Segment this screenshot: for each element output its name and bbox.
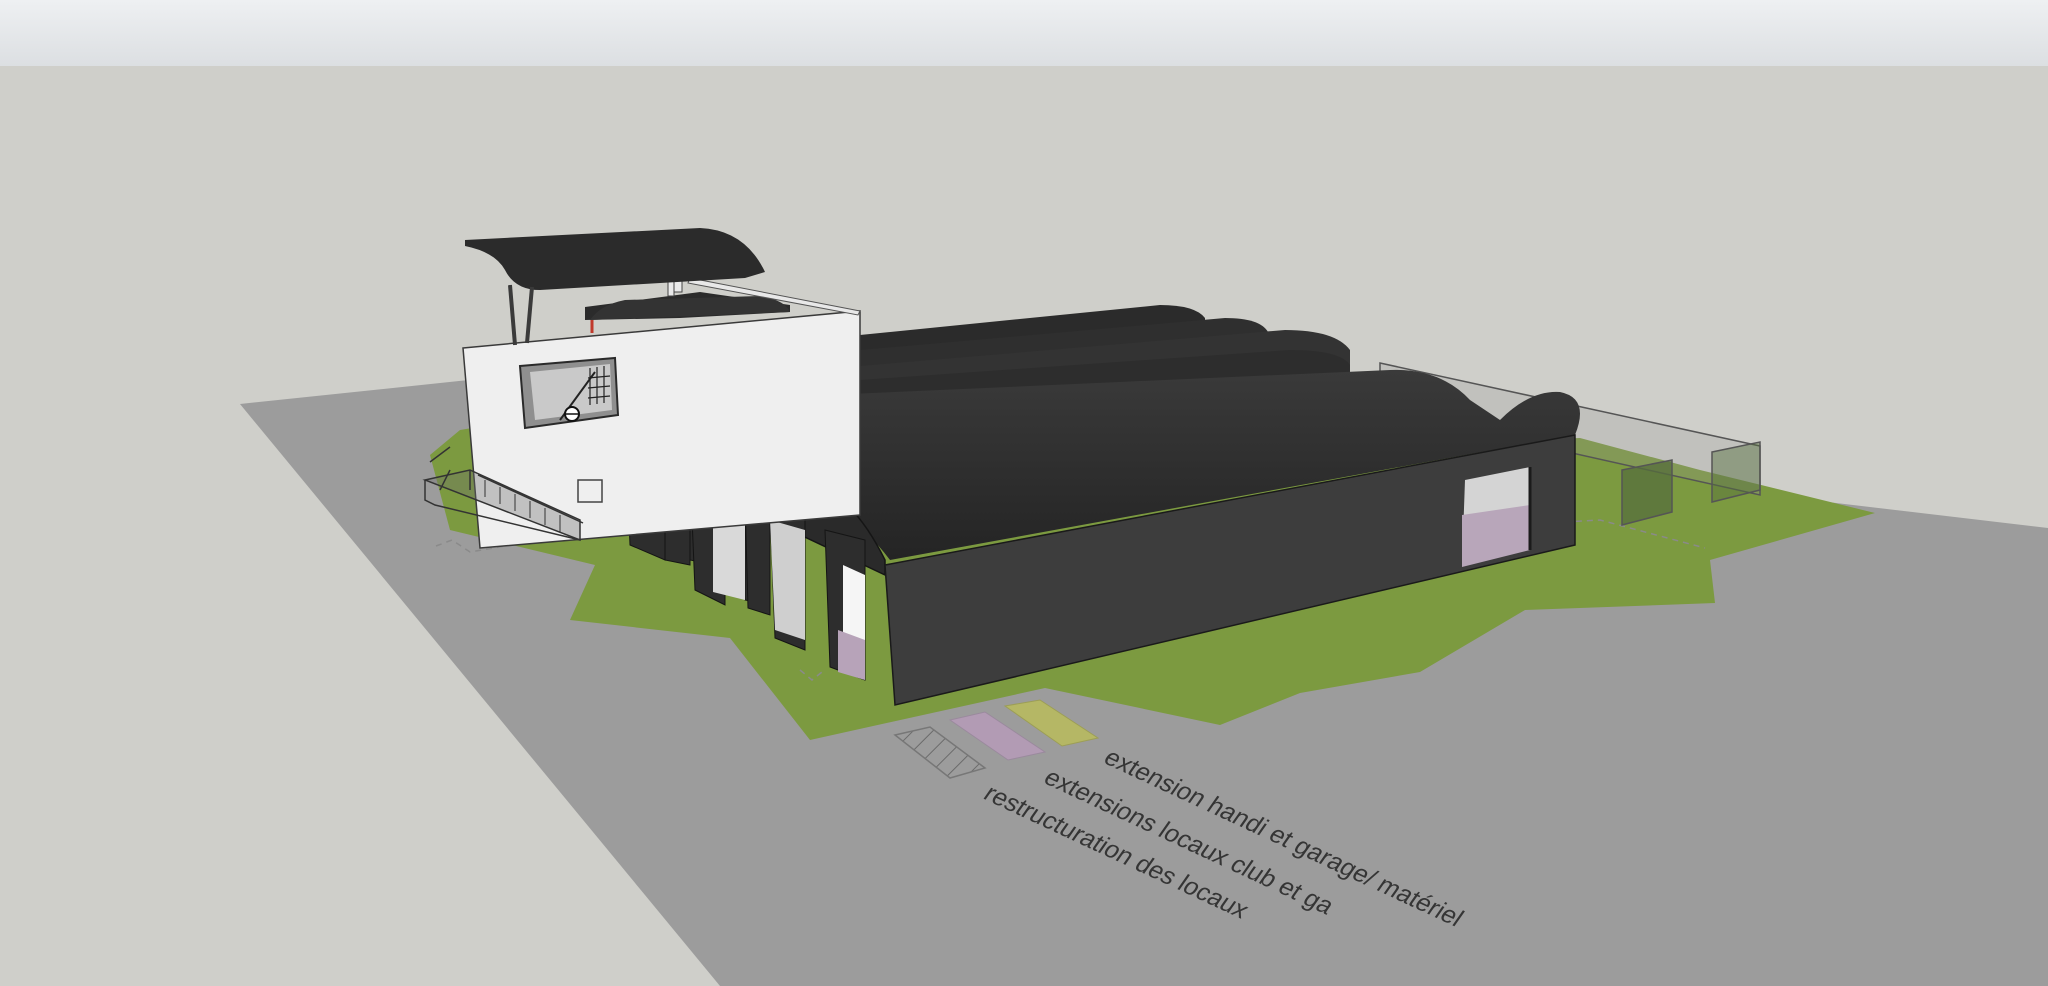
canopy-supports [508,284,534,346]
clubhouse-small-window [577,479,603,503]
modeling-app: extension handi et garage/ matériel exte… [0,0,2048,986]
window-top-bar [0,0,2048,67]
canopy-roof [465,228,765,290]
side-door [1462,467,1532,567]
scene-canvas[interactable]: extension handi et garage/ matériel exte… [0,66,2048,986]
3d-viewport[interactable]: extension handi et garage/ matériel exte… [0,66,2048,986]
clubhouse-window [518,356,620,430]
